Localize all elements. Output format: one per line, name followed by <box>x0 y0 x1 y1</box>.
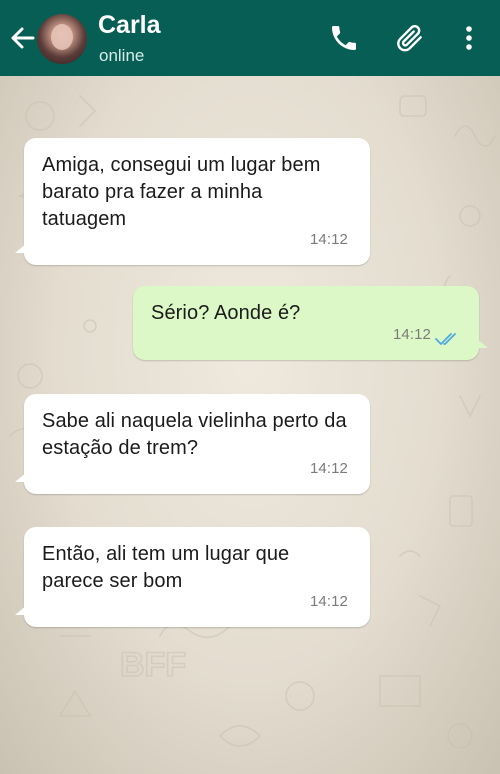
more-vertical-icon <box>466 26 472 50</box>
message-incoming[interactable]: Amiga, consegui um lugar bem barato pra … <box>15 138 370 265</box>
read-double-check-icon <box>435 333 456 345</box>
message-text: Amiga, consegui um lugar bem barato pra … <box>42 154 321 230</box>
bubble-tail <box>476 338 488 348</box>
message-text: Sabe ali naquela vielinha perto da estaç… <box>42 410 347 459</box>
menu-button[interactable] <box>453 22 485 54</box>
bubble-tail <box>15 472 27 482</box>
avatar[interactable] <box>37 14 87 64</box>
message-time: 14:12 <box>392 326 431 343</box>
attachment-icon <box>397 24 422 52</box>
message-incoming[interactable]: Então, ali tem um lugar que parece ser b… <box>15 527 370 627</box>
svg-text:BFF: BFF <box>120 646 186 684</box>
message-time: 14:12 <box>309 593 348 610</box>
message-time: 14:12 <box>309 231 348 248</box>
phone-icon <box>332 26 356 50</box>
contact-status: online <box>99 46 145 65</box>
message-time: 14:12 <box>309 460 348 477</box>
chat-area[interactable]: BFF Amiga, consegui um lugar bem barato … <box>0 76 500 774</box>
back-arrow-icon <box>11 27 35 49</box>
bubble-tail <box>15 243 27 253</box>
contact-name[interactable]: Carla <box>98 11 161 40</box>
message-text: Então, ali tem um lugar que parece ser b… <box>42 543 290 592</box>
back-button[interactable] <box>8 24 36 52</box>
message-incoming[interactable]: Sabe ali naquela vielinha perto da estaç… <box>15 394 370 494</box>
chat-header: Carla online <box>0 0 500 76</box>
message-outgoing[interactable]: Sério? Aonde é? 14:12 <box>133 286 488 360</box>
call-button[interactable] <box>328 22 360 54</box>
bubble-tail <box>15 605 27 615</box>
attach-button[interactable] <box>394 22 426 54</box>
